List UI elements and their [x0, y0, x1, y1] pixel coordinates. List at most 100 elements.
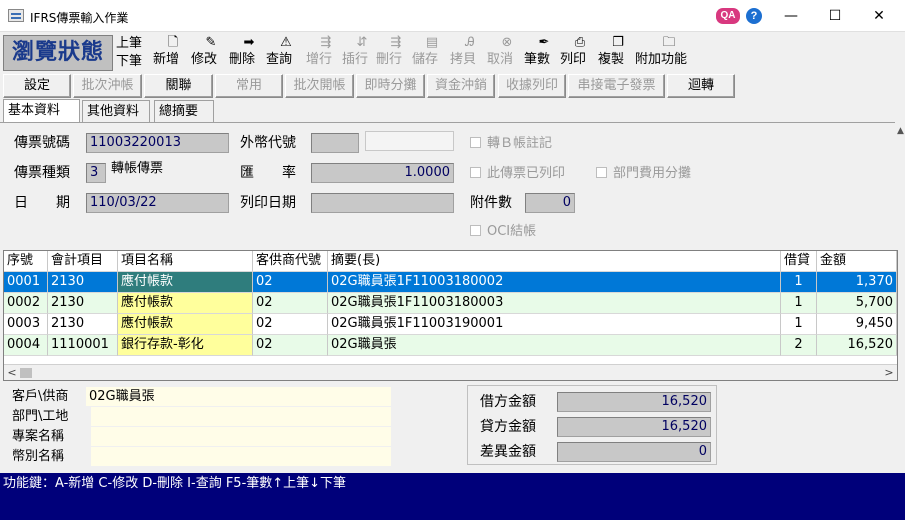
cell-dc[interactable]: 1	[781, 293, 817, 314]
toolbar-button-6[interactable]: ⇶ 刪行	[376, 34, 416, 72]
b-note-checkbox[interactable]: 轉Ｂ帳註記	[470, 135, 552, 153]
cell-dc[interactable]: 2	[781, 335, 817, 356]
grid-header-cell[interactable]: 客供商代號	[253, 251, 328, 272]
function-button-6[interactable]: 資金沖銷	[427, 74, 495, 98]
toolbar-button-label: 筆數	[524, 52, 551, 67]
print-date-field[interactable]	[311, 193, 454, 213]
cell-seq[interactable]: 0003	[4, 314, 48, 335]
cell-vendor[interactable]: 02	[253, 293, 328, 314]
cell-seq[interactable]: 0004	[4, 335, 48, 356]
minimize-button[interactable]: —	[768, 0, 814, 32]
cell-name[interactable]: 應付帳款	[118, 293, 253, 314]
prev-record-button[interactable]: 上筆	[116, 35, 150, 53]
table-row[interactable]: 0003 2130 應付帳款 02 02G職員張1F11003190001 1 9,450	[4, 314, 897, 335]
cell-amount[interactable]: 1,370	[817, 272, 897, 293]
cell-memo[interactable]: 02G職員張	[328, 335, 781, 356]
cell-memo[interactable]: 02G職員張1F11003180003	[328, 293, 781, 314]
cell-seq[interactable]: 0002	[4, 293, 48, 314]
help-icon[interactable]: ?	[746, 8, 762, 24]
cell-name[interactable]: 應付帳款	[118, 272, 253, 293]
tab-summary[interactable]: 總摘要	[154, 100, 214, 122]
function-button-5[interactable]: 即時分攤	[356, 74, 425, 98]
toolbar-button-11[interactable]: ⎙ 列印	[560, 34, 600, 72]
attach-field[interactable]: 0	[525, 193, 575, 213]
toolbar-button-label: 查詢	[266, 52, 293, 67]
project-field	[91, 427, 391, 446]
toolbar-button-10[interactable]: ✒ 筆數	[524, 34, 564, 72]
function-button-1[interactable]: 批次沖帳	[73, 74, 142, 98]
tab-basic[interactable]: 基本資料	[3, 99, 80, 122]
scroll-thumb[interactable]	[20, 368, 32, 378]
toolbar-button-9[interactable]: ⊗ 取消	[487, 34, 527, 72]
project-label: 專案名稱	[12, 429, 65, 444]
next-record-button[interactable]: 下筆	[116, 53, 150, 71]
dept-share-checkbox[interactable]: 部門費用分攤	[596, 165, 691, 183]
rate-field[interactable]: 1.0000	[311, 163, 454, 183]
date-field[interactable]: 110/03/22	[86, 193, 229, 213]
dept-field	[91, 407, 391, 426]
voucher-type-code-field[interactable]: 3	[86, 163, 106, 183]
toolbar-button-2[interactable]: ➡ 刪除	[229, 34, 269, 72]
cell-memo[interactable]: 02G職員張1F11003190001	[328, 314, 781, 335]
cell-name[interactable]: 銀行存款-彰化	[118, 335, 253, 356]
cell-memo[interactable]: 02G職員張1F11003180002	[328, 272, 781, 293]
cell-acct[interactable]: 2130	[48, 314, 118, 335]
toolbar-button-12[interactable]: ❐ 複製	[598, 34, 638, 72]
grid-header-cell[interactable]: 項目名稱	[118, 251, 253, 272]
table-row[interactable]: 0001 2130 應付帳款 02 02G職員張1F11003180002 1 1,370	[4, 272, 897, 293]
cell-amount[interactable]: 9,450	[817, 314, 897, 335]
voucher-detail-grid[interactable]: 序號 會計項目 項目名稱 客供商代號 摘要(長) 借貸 金額 0001 2130 應付帳款 02 0…	[3, 250, 898, 381]
cell-amount[interactable]: 5,700	[817, 293, 897, 314]
app-icon	[8, 9, 24, 22]
oci-checkbox[interactable]: OCI結帳	[470, 223, 536, 241]
scroll-left-icon[interactable]: <	[4, 365, 20, 380]
voucher-no-field[interactable]: 11003220013	[86, 133, 229, 153]
function-button-7[interactable]: 收據列印	[498, 74, 566, 98]
scroll-right-icon[interactable]: >	[881, 365, 897, 380]
grid-header-cell[interactable]: 序號	[4, 251, 48, 272]
checkbox-icon	[470, 137, 481, 148]
cell-acct[interactable]: 2130	[48, 272, 118, 293]
function-button-2[interactable]: 關聯	[144, 74, 213, 98]
cell-vendor[interactable]: 02	[253, 335, 328, 356]
maximize-button[interactable]: ☐	[812, 0, 858, 32]
cell-acct[interactable]: 2130	[48, 293, 118, 314]
toolbar-button-1[interactable]: ✎ 修改	[191, 34, 231, 72]
qa-icon[interactable]: QA	[716, 8, 740, 24]
cell-dc[interactable]: 1	[781, 314, 817, 335]
table-row[interactable]: 0002 2130 應付帳款 02 02G職員張1F11003180003 1 5,700	[4, 293, 897, 314]
toolbar-button-13[interactable]: 🗀 附加功能	[635, 34, 703, 72]
toolbar-button-label: 刪除	[229, 52, 256, 67]
function-button-8[interactable]: 串接電子發票	[568, 74, 665, 98]
toolbar: 瀏覽狀態 上筆 下筆 🗋 新增 ✎ 修改 ➡ 刪除 ⚠ 查詢 ⇶ 增行 ⇵ 插行 ⇶ 刪行 ▤ 儲存 Ꭿ 拷貝 ⊗ 取…	[0, 33, 905, 73]
table-row[interactable]: 0004 1110001 銀行存款-彰化 02 02G職員張 2 16,520	[4, 335, 897, 356]
close-button[interactable]: ✕	[856, 0, 902, 32]
cell-vendor[interactable]: 02	[253, 314, 328, 335]
toolbar-button-8[interactable]: Ꭿ 拷貝	[450, 34, 490, 72]
printed-checkbox[interactable]: 此傳票已列印	[470, 165, 565, 183]
grid-header-cell[interactable]: 會計項目	[48, 251, 118, 272]
grid-header-cell[interactable]: 摘要(長)	[328, 251, 781, 272]
toolbar-button-7[interactable]: ▤ 儲存	[412, 34, 452, 72]
cell-acct[interactable]: 1110001	[48, 335, 118, 356]
function-button-3[interactable]: 常用	[215, 74, 283, 98]
function-button-9[interactable]: 迴轉	[667, 74, 735, 98]
cell-name[interactable]: 應付帳款	[118, 314, 253, 335]
toolbar-button-4[interactable]: ⇶ 增行	[306, 34, 346, 72]
scroll-up-icon[interactable]: ▲	[896, 125, 905, 137]
cell-vendor[interactable]: 02	[253, 272, 328, 293]
horizontal-scrollbar[interactable]: < >	[4, 364, 897, 380]
function-button-4[interactable]: 批次開帳	[285, 74, 354, 98]
function-button-0[interactable]: 設定	[3, 74, 71, 98]
currency-code-field[interactable]	[311, 133, 359, 153]
toolbar-button-0[interactable]: 🗋 新增	[153, 34, 193, 72]
printed-label: 此傳票已列印	[487, 166, 566, 181]
cell-amount[interactable]: 16,520	[817, 335, 897, 356]
cell-dc[interactable]: 1	[781, 272, 817, 293]
cell-seq[interactable]: 0001	[4, 272, 48, 293]
toolbar-button-3[interactable]: ⚠ 查詢	[266, 34, 306, 72]
tab-other[interactable]: 其他資料	[82, 100, 150, 122]
grid-header-cell[interactable]: 金額	[817, 251, 897, 272]
diff-label: 差異金額	[480, 444, 536, 460]
grid-header-cell[interactable]: 借貸	[781, 251, 817, 272]
